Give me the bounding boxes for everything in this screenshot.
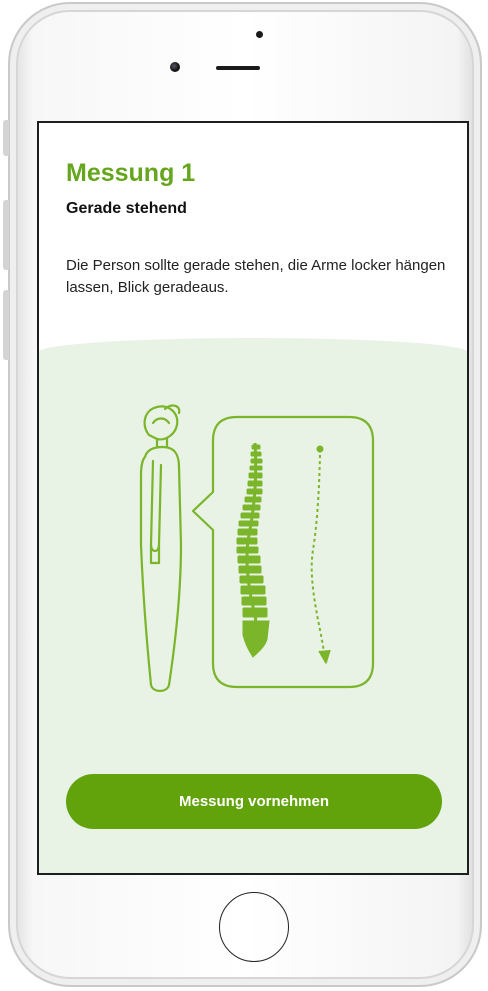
volume-up-button xyxy=(3,200,9,270)
instruction-text: Die Person sollte gerade stehen, die Arm… xyxy=(66,257,446,296)
dashed-curve-arrow-icon xyxy=(310,445,331,664)
page-subtitle: Gerade stehend xyxy=(66,200,187,217)
sensor-dot xyxy=(256,31,263,38)
spine-icon xyxy=(236,442,270,658)
posture-illustration xyxy=(139,404,375,693)
earpiece-speaker xyxy=(216,66,260,70)
mute-switch xyxy=(3,120,9,156)
app-screen: Messung 1 Gerade stehend Die Person soll… xyxy=(37,121,469,875)
home-button[interactable] xyxy=(219,892,289,962)
person-standing-outline-icon xyxy=(139,404,183,693)
page-title: Messung 1 xyxy=(66,159,196,187)
start-measurement-button[interactable]: Messung vornehmen xyxy=(66,774,442,829)
volume-down-button xyxy=(3,290,9,360)
header-area: Messung 1 Gerade stehend Die Person soll… xyxy=(39,123,467,363)
front-camera xyxy=(170,62,180,72)
speech-bubble-icon xyxy=(191,415,375,689)
